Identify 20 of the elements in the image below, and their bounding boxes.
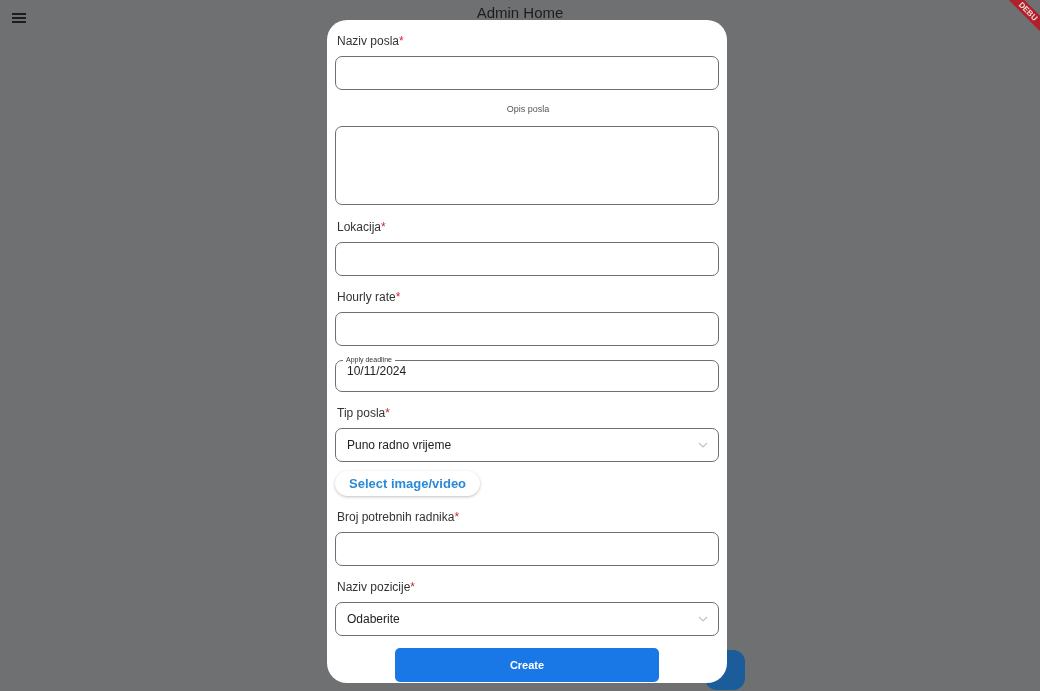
field-label: Lokacija* <box>336 219 387 236</box>
text-field[interactable] <box>335 532 719 566</box>
field-label: Opis posla <box>505 103 551 116</box>
chevron-icon <box>698 616 708 622</box>
create-button[interactable]: Create <box>395 648 659 682</box>
text-field[interactable] <box>335 312 719 346</box>
text-field[interactable] <box>335 242 719 276</box>
dropdown[interactable]: Puno radno vrijeme <box>335 428 719 462</box>
dropdown[interactable]: Odaberite <box>335 602 719 636</box>
field-label: Broj potrebnih radnika* <box>336 509 461 526</box>
field-label: Naziv pozicije* <box>336 579 417 596</box>
text-field[interactable] <box>335 56 719 90</box>
field-label: Naziv posla* <box>336 33 405 50</box>
field-label: Tip posla* <box>336 405 391 422</box>
select-media-button[interactable]: Select image/video <box>335 471 481 496</box>
menu-icon[interactable] <box>12 13 26 23</box>
page-title: Admin Home <box>476 4 564 21</box>
text-area[interactable] <box>335 126 719 205</box>
chevron-icon <box>698 442 708 448</box>
field-label: Hourly rate* <box>336 289 402 306</box>
